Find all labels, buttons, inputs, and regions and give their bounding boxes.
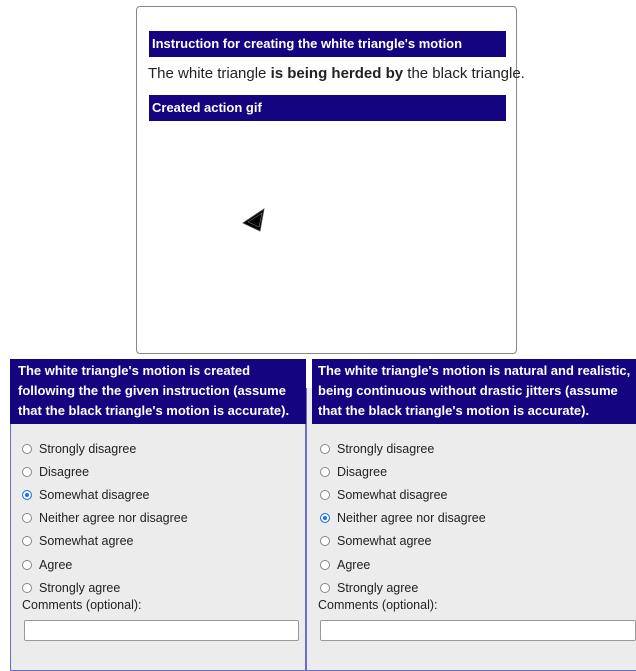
radio-button[interactable] — [320, 466, 330, 477]
rating-option[interactable]: Agree — [22, 553, 188, 576]
question-prompt-naturalness: The white triangle's motion is natural a… — [312, 359, 636, 424]
rating-option[interactable]: Disagree — [320, 460, 486, 483]
radio-button[interactable] — [22, 443, 32, 454]
rating-option[interactable]: Disagree — [22, 460, 188, 483]
rating-option-label: Somewhat disagree — [337, 487, 448, 502]
rating-option[interactable]: Somewhat disagree — [22, 483, 188, 506]
radio-button[interactable] — [22, 536, 32, 547]
task-card: Instruction for creating the white trian… — [136, 6, 525, 354]
comments-input-naturalness[interactable] — [320, 620, 636, 641]
rating-option-label: Somewhat disagree — [39, 487, 150, 502]
radio-button[interactable] — [320, 489, 330, 500]
rating-option[interactable]: Strongly disagree — [320, 437, 486, 460]
rating-option[interactable]: Strongly agree — [320, 576, 486, 599]
rating-option-label: Strongly disagree — [337, 441, 435, 456]
rating-option[interactable]: Somewhat agree — [22, 530, 188, 553]
rating-option-label: Agree — [337, 557, 371, 572]
instruction-pre: The white triangle — [148, 65, 271, 82]
rating-options-instruction: Strongly disagree Disagree Somewhat disagr… — [22, 437, 188, 599]
radio-selected[interactable] — [320, 513, 330, 524]
rating-option-label: Strongly agree — [39, 580, 121, 595]
rating-option-label: Disagree — [337, 464, 388, 479]
radio-button[interactable] — [320, 536, 330, 547]
rating-option-label: Strongly agree — [337, 580, 419, 595]
comments-label: Comments (optional): — [318, 598, 438, 612]
rating-option[interactable]: Somewhat disagree — [320, 483, 486, 506]
rating-option[interactable]: Agree — [320, 553, 486, 576]
gif-header: Created action gif — [149, 95, 506, 121]
radio-button[interactable] — [22, 559, 32, 570]
action-gif-canvas — [242, 208, 265, 232]
radio-button[interactable] — [22, 466, 32, 477]
radio-button[interactable] — [22, 513, 32, 524]
radio-button[interactable] — [320, 443, 330, 454]
comments-label: Comments (optional): — [22, 598, 142, 612]
action-gif — [149, 123, 506, 343]
rating-option[interactable]: Strongly disagree — [22, 437, 188, 460]
question-prompt-instruction: The white triangle's motion is created f… — [10, 359, 306, 424]
instruction-text: The white triangle is being herded by th… — [148, 65, 525, 82]
instruction-header: Instruction for creating the white trian… — [149, 31, 506, 57]
radio-selected[interactable] — [22, 489, 32, 500]
instruction-post: the black triangle. — [403, 65, 525, 82]
rating-option-label: Neither agree nor disagree — [337, 511, 486, 526]
rating-option-label: Somewhat agree — [337, 534, 432, 549]
radio-button[interactable] — [320, 582, 330, 593]
rating-option-label: Neither agree nor disagree — [39, 511, 188, 526]
rating-option-label: Disagree — [39, 464, 90, 479]
rating-option[interactable]: Neither agree nor disagree — [22, 507, 188, 530]
instruction-bold: is being herded by — [270, 65, 404, 82]
rating-option[interactable]: Neither agree nor disagree — [320, 507, 486, 530]
rating-option[interactable]: Somewhat agree — [320, 530, 486, 553]
rating-option-label: Strongly disagree — [39, 441, 137, 456]
rating-option[interactable]: Strongly agree — [22, 576, 188, 599]
rating-options-naturalness: Strongly disagree Disagree Somewhat disagr… — [320, 437, 486, 599]
radio-button[interactable] — [22, 582, 32, 593]
comments-input-instruction[interactable] — [24, 620, 299, 641]
rating-option-label: Somewhat agree — [39, 534, 134, 549]
radio-button[interactable] — [320, 559, 330, 570]
rating-option-label: Agree — [39, 557, 73, 572]
